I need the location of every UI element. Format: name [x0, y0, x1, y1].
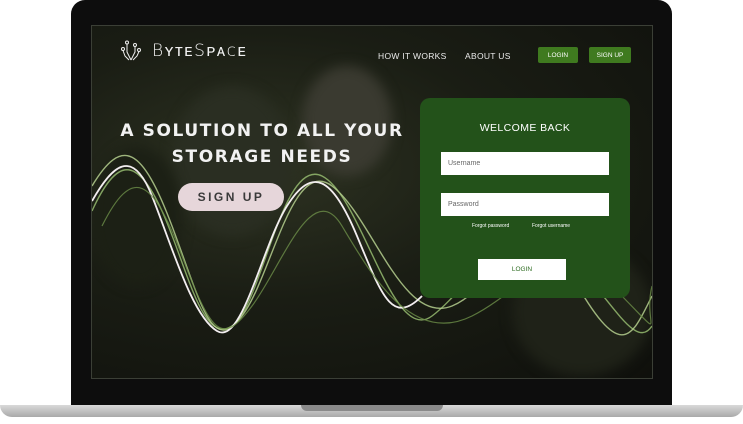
- circuit-plant-icon: [121, 40, 141, 61]
- nav-signup-button[interactable]: SIGN UP: [589, 47, 631, 63]
- brand-logo[interactable]: BʏᴛᴇSᴘᴀᴄᴇ: [120, 40, 247, 62]
- brand-name: BʏᴛᴇSᴘᴀᴄᴇ: [152, 41, 248, 61]
- nav-how-it-works[interactable]: HOW IT WORKS: [378, 51, 447, 61]
- login-submit-button[interactable]: LOGIN: [478, 259, 566, 280]
- laptop-screen: BʏᴛᴇSᴘᴀᴄᴇ HOW IT WORKS ABOUT US LOGIN SI…: [91, 25, 653, 379]
- laptop-notch: [301, 405, 443, 411]
- username-field[interactable]: Username: [441, 152, 609, 175]
- password-field[interactable]: Password: [441, 193, 609, 216]
- login-panel-title: WELCOME BACK: [479, 122, 571, 134]
- hero-signup-button[interactable]: SIGN UP: [178, 183, 284, 211]
- nav-about-us[interactable]: ABOUT US: [465, 51, 511, 61]
- hero-headline-line2: STORAGE NEEDS: [171, 147, 353, 167]
- nav-login-button[interactable]: LOGIN: [538, 47, 578, 63]
- hero-headline-line1: A SOLUTION TO ALL YOUR: [120, 121, 404, 141]
- forgot-username-link[interactable]: Forgot username: [532, 223, 570, 229]
- login-panel: WELCOME BACK Username Password Forgot pa…: [420, 98, 630, 298]
- forgot-password-link[interactable]: Forgot password: [472, 223, 509, 229]
- hero-headline: A SOLUTION TO ALL YOUR STORAGE NEEDS: [112, 118, 412, 170]
